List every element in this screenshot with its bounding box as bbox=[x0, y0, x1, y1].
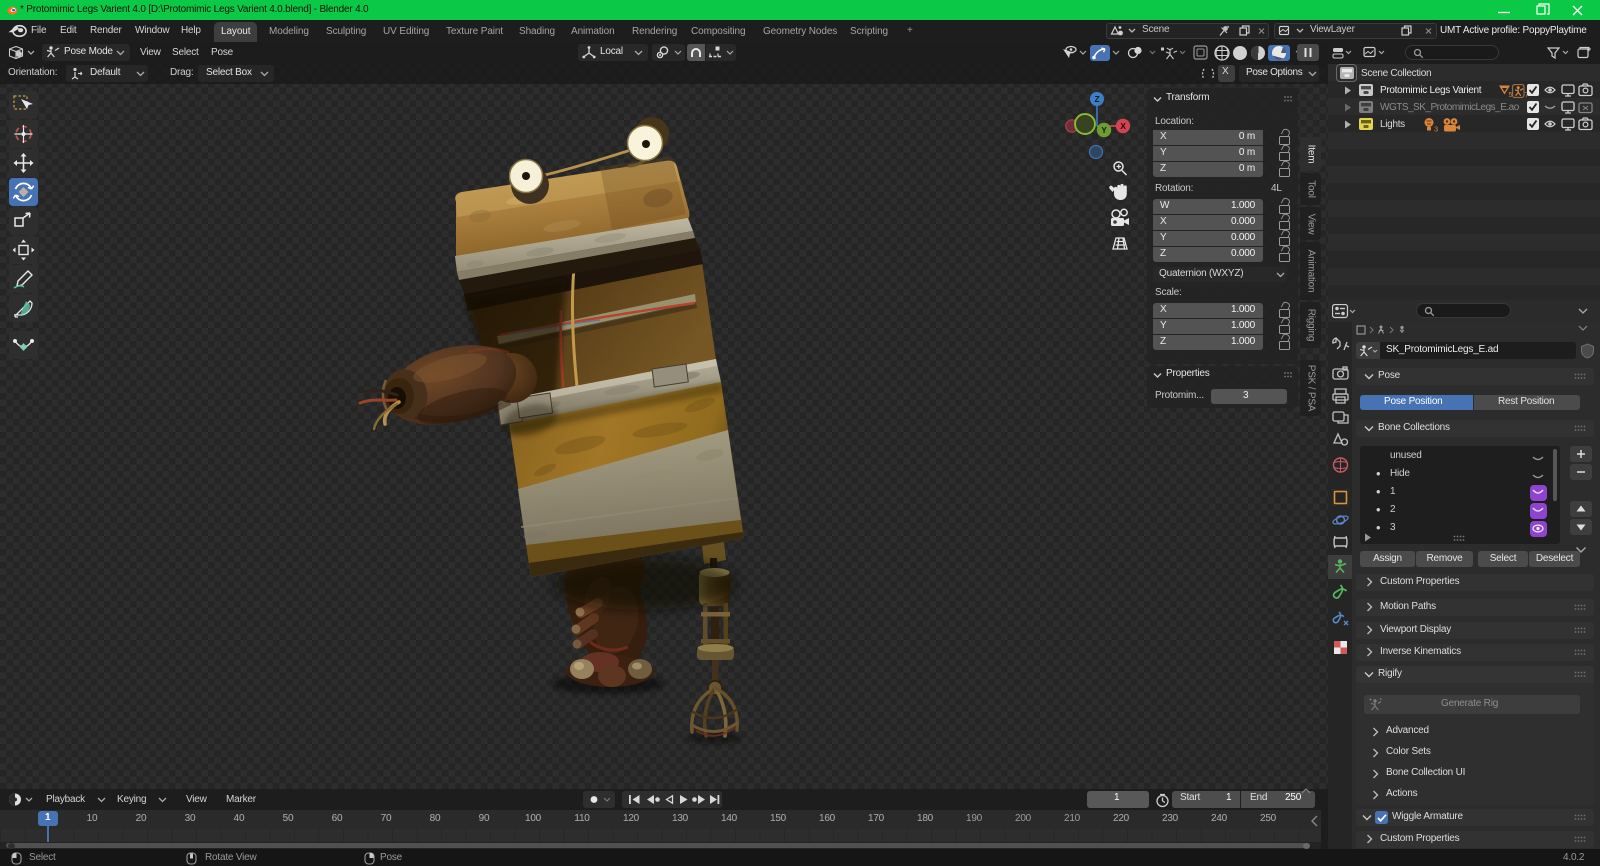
svg-text:X: X bbox=[1120, 121, 1126, 131]
svg-text:3: 3 bbox=[1434, 125, 1438, 134]
svg-text:Y: Y bbox=[1101, 125, 1107, 135]
svg-text:Z: Z bbox=[1095, 94, 1100, 104]
